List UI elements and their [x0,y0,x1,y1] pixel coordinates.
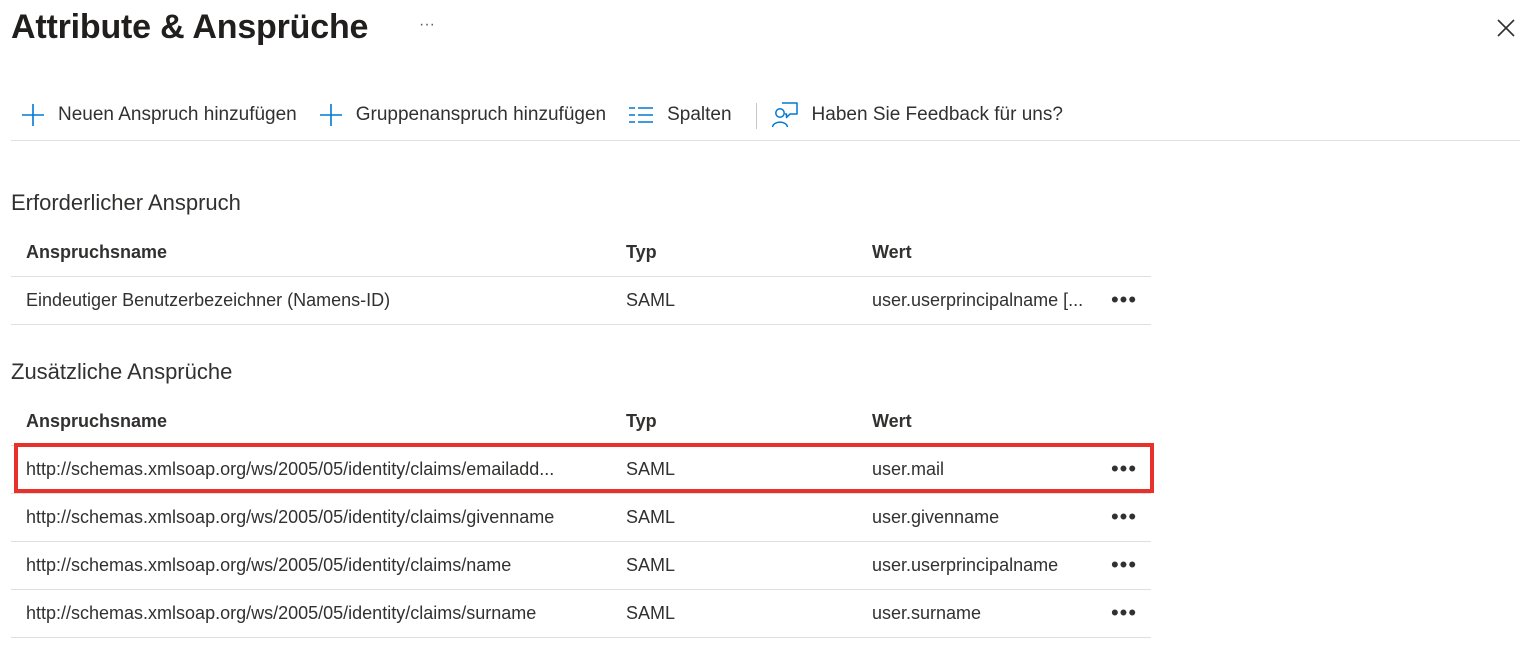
claim-type-cell: SAML [626,290,676,310]
columns-icon [629,106,654,123]
claim-value-cell: user.givenname [872,507,1000,527]
claim-name-cell: Eindeutiger Benutzerbezeichner (Namens-I… [26,290,391,310]
claim-value-cell: user.surname [872,603,982,623]
table-header-row: Anspruchsname Typ Wert [11,398,1151,446]
column-header-type[interactable]: Typ [626,229,826,276]
table-row[interactable]: http://schemas.xmlsoap.org/ws/2005/05/id… [11,542,1151,590]
column-header-claim-name[interactable]: Anspruchsname [26,398,616,445]
claim-name-cell: http://schemas.xmlsoap.org/ws/2005/05/id… [26,459,555,479]
additional-claims-table: Anspruchsname Typ Wert http://schemas.xm… [11,398,1151,638]
add-group-claim-button[interactable]: Gruppenanspruch hinzufügen [309,95,616,135]
claim-value-cell: user.userprincipalname [872,555,1059,575]
table-row[interactable]: http://schemas.xmlsoap.org/ws/2005/05/id… [11,494,1151,542]
claim-type-cell: SAML [626,507,676,527]
claim-name-cell: http://schemas.xmlsoap.org/ws/2005/05/id… [26,603,537,623]
feedback-button[interactable]: Haben Sie Feedback für uns? [771,95,1073,135]
plus-icon [319,103,342,126]
row-more-button[interactable]: ••• [1107,503,1141,531]
required-claims-table: Anspruchsname Typ Wert Eindeutiger Benut… [11,229,1151,325]
column-header-value[interactable]: Wert [872,229,1098,276]
row-more-button[interactable]: ••• [1107,455,1141,483]
feedback-label: Haben Sie Feedback für uns? [811,103,1063,125]
row-more-button[interactable]: ••• [1107,599,1141,627]
plus-icon [22,103,44,126]
claim-type-cell: SAML [626,555,676,575]
table-row[interactable]: http://schemas.xmlsoap.org/ws/2005/05/id… [11,590,1151,638]
claim-name-cell: http://schemas.xmlsoap.org/ws/2005/05/id… [26,555,512,575]
columns-button[interactable]: Spalten [618,95,741,135]
row-more-button[interactable]: ••• [1107,551,1141,579]
table-row[interactable]: http://schemas.xmlsoap.org/ws/2005/05/id… [11,446,1151,494]
required-claim-heading: Erforderlicher Anspruch [11,190,241,215]
add-group-claim-label: Gruppenanspruch hinzufügen [355,103,607,125]
claim-type-cell: SAML [626,603,676,623]
columns-label: Spalten [667,103,732,125]
close-icon [1497,19,1515,37]
table-header-row: Anspruchsname Typ Wert [11,229,1151,277]
command-bar: Neuen Anspruch hinzufügen Gruppenanspruc… [11,92,1520,141]
page-title: Attribute & Ansprüche [11,8,369,46]
column-header-value[interactable]: Wert [872,398,1098,445]
claim-value-cell: user.mail [872,459,945,479]
feedback-icon [771,101,798,127]
additional-claims-heading: Zusätzliche Ansprüche [11,359,233,384]
column-header-claim-name[interactable]: Anspruchsname [26,229,616,276]
add-claim-label: Neuen Anspruch hinzufügen [58,103,297,125]
claim-type-cell: SAML [626,459,676,479]
more-options-button[interactable]: ··· [414,12,440,38]
claim-name-cell: http://schemas.xmlsoap.org/ws/2005/05/id… [26,507,555,527]
claim-value-cell: user.userprincipalname [... [872,290,1084,310]
add-claim-button[interactable]: Neuen Anspruch hinzufügen [11,95,307,135]
row-more-button[interactable]: ••• [1107,286,1141,314]
table-row[interactable]: Eindeutiger Benutzerbezeichner (Namens-I… [11,277,1151,325]
column-header-type[interactable]: Typ [626,398,826,445]
toolbar-divider [755,103,757,129]
close-button[interactable] [1493,15,1519,41]
